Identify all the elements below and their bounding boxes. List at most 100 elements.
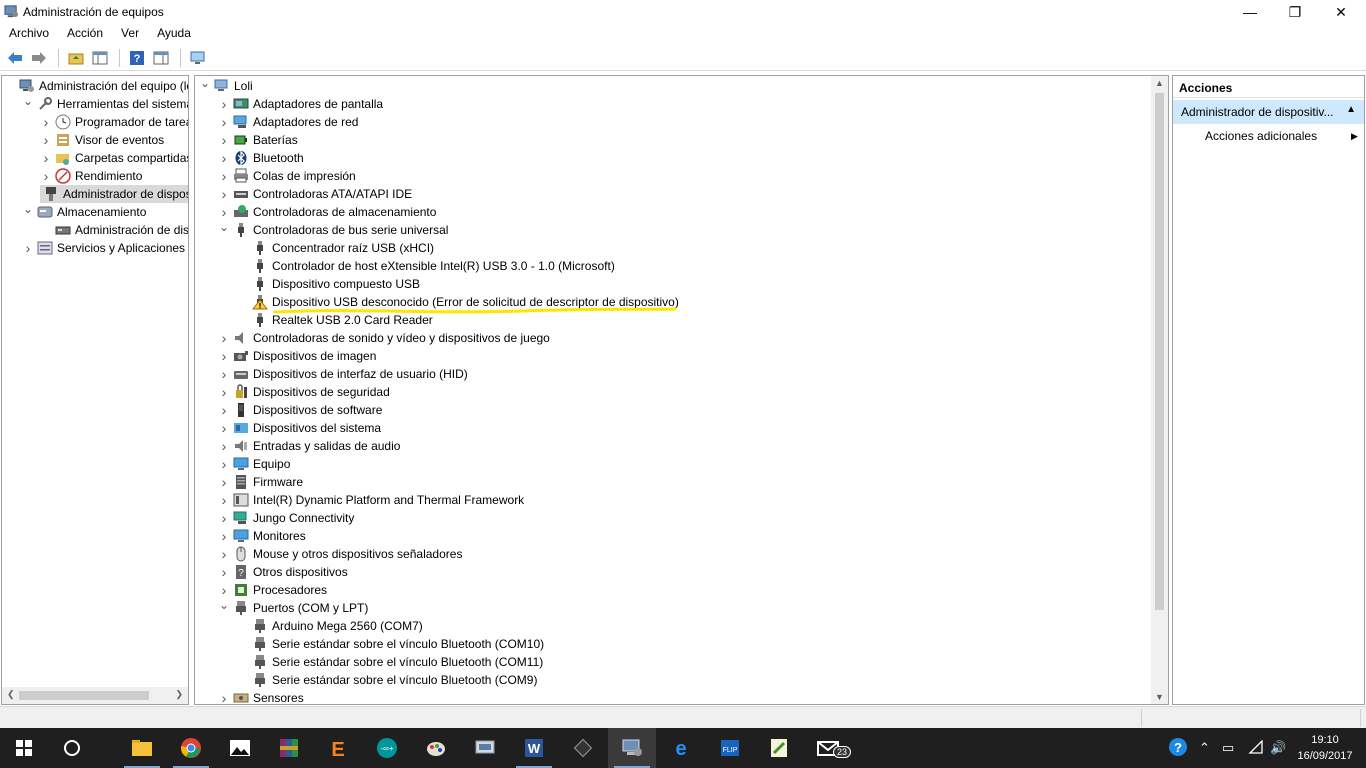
taskbar-arduino[interactable]: -∞+ [363,728,411,768]
device-tree-item[interactable]: › Dispositivos de software [218,401,383,419]
scrollbar-thumb[interactable] [1155,93,1164,610]
device-tree-item[interactable]: ⌄ Loli [199,76,253,95]
scroll-down-icon[interactable]: ▼ [1155,692,1164,702]
show-hide-tree-button[interactable] [89,47,111,69]
device-tree-item[interactable]: › Dispositivos de imagen [218,347,377,365]
collapse-chevron-icon[interactable]: ⌄ [218,596,230,614]
expand-chevron-icon[interactable]: › [218,401,230,419]
expand-chevron-icon[interactable]: › [218,545,230,563]
horizontal-scrollbar[interactable]: ❮ ❯ [2,687,188,704]
device-tree-item[interactable]: › Controladoras ATA/ATAPI IDE [218,185,413,203]
menu-archivo[interactable]: Archivo [0,24,58,44]
expand-chevron-icon[interactable]: › [218,149,230,167]
back-button[interactable] [4,47,26,69]
taskbar-mail[interactable]: 23 [804,728,852,768]
minimize-button[interactable]: — [1227,0,1273,24]
expand-chevron-icon[interactable]: › [218,419,230,437]
expand-chevron-icon[interactable]: › [40,149,52,167]
forward-button[interactable] [28,47,50,69]
expand-chevron-icon[interactable]: › [218,455,230,473]
expand-chevron-icon[interactable]: › [40,113,52,131]
taskbar-notepad[interactable] [755,728,803,768]
console-tree-item[interactable]: Administración de discos [40,221,188,239]
device-tree-item[interactable]: › Dispositivos del sistema [218,419,381,437]
expand-chevron-icon[interactable]: › [218,329,230,347]
device-tree-item[interactable]: › Controladoras de sonido y vídeo y dispo… [218,329,550,347]
menu-accion[interactable]: Acción [58,24,112,44]
device-tree-item[interactable]: › Adaptadores de red [218,113,359,131]
scroll-left-icon[interactable]: ❮ [7,689,15,700]
scroll-up-icon[interactable]: ▲ [1155,78,1164,88]
expand-chevron-icon[interactable]: › [22,239,34,257]
up-folder-button[interactable] [65,47,87,69]
expand-chevron-icon[interactable]: › [218,167,230,185]
device-tree-item[interactable]: › Jungo Connectivity [218,509,355,527]
taskbar-photos[interactable] [216,728,264,768]
battery-icon[interactable]: ▭ [1222,740,1234,756]
console-tree-item[interactable]: › Rendimiento [40,167,143,185]
device-tree-item[interactable]: Serie estándar sobre el vínculo Bluetoot… [237,653,543,671]
help-tray-icon[interactable]: ? [1168,737,1188,760]
device-tree-item[interactable]: › Adaptadores de pantalla [218,95,383,113]
console-tree-item[interactable]: › Servicios y Aplicaciones [22,239,185,257]
device-tree-item[interactable]: › Firmware [218,473,303,491]
taskbar-winrar[interactable] [265,728,313,768]
expand-chevron-icon[interactable]: › [218,113,230,131]
close-button[interactable]: ✕ [1318,0,1364,24]
collapse-chevron-icon[interactable]: ⌄ [22,92,34,110]
console-tree-item[interactable]: › Visor de eventos [40,131,165,149]
collapse-chevron-icon[interactable]: ⌄ [218,218,230,236]
volume-icon[interactable]: 🔊 [1270,740,1286,756]
collapse-up-icon[interactable]: ▲ [1346,104,1356,115]
taskbar-eclipse[interactable]: E [314,728,362,768]
wifi-icon[interactable] [1248,739,1264,757]
device-tree-item[interactable]: Serie estándar sobre el vínculo Bluetoot… [237,635,544,653]
taskbar-edge[interactable]: e [657,728,705,768]
expand-chevron-icon[interactable]: › [218,527,230,545]
scroll-right-icon[interactable]: ❯ [175,689,183,700]
collapse-chevron-icon[interactable]: ⌄ [199,76,211,92]
device-tree-item[interactable]: ⌄ Puertos (COM y LPT) [218,596,368,617]
device-tree-item[interactable]: › Bluetooth [218,149,304,167]
device-tree-item[interactable]: › Entradas y salidas de audio [218,437,401,455]
actions-section-device-manager[interactable]: Administrador de dispositiv... ▲ [1173,100,1364,124]
menu-ver[interactable]: Ver [112,24,148,44]
expand-chevron-icon[interactable]: › [218,563,230,581]
device-tree-item[interactable]: › Baterías [218,131,298,149]
device-tree-item[interactable]: Dispositivo compuesto USB [237,275,420,293]
taskbar-device-app[interactable] [461,728,509,768]
device-tree-item[interactable]: › Equipo [218,455,291,473]
device-tree-item[interactable]: Serie estándar sobre el vínculo Bluetoot… [237,671,537,689]
console-tree-item[interactable]: ⌄ Herramientas del sistema [22,92,188,113]
scrollbar-thumb[interactable] [19,691,149,700]
expand-chevron-icon[interactable]: › [218,131,230,149]
device-tree-item[interactable]: Controlador de host eXtensible Intel(R) … [237,257,615,275]
console-tree-item[interactable]: › Carpetas compartidas [40,149,188,167]
expand-chevron-icon[interactable]: › [218,491,230,509]
more-actions-item[interactable]: Acciones adicionales [1205,129,1317,143]
expand-chevron-icon[interactable]: › [218,95,230,113]
expand-chevron-icon[interactable]: › [218,473,230,491]
device-tree-item[interactable]: › Intel(R) Dynamic Platform and Thermal F… [218,491,525,509]
expand-chevron-icon[interactable]: › [218,383,230,401]
taskbar-paint[interactable] [412,728,460,768]
device-tree-item[interactable]: Concentrador raíz USB (xHCI) [237,239,434,257]
taskbar-flip[interactable]: FLIP [706,728,754,768]
expand-chevron-icon[interactable]: › [218,509,230,527]
taskbar-file-explorer[interactable] [118,728,166,768]
clock[interactable]: 19:10 16/09/2017 [1290,732,1360,764]
expand-chevron-icon[interactable]: › [218,689,230,704]
vertical-scrollbar[interactable]: ▲ ▼ [1151,76,1168,704]
device-tree-item[interactable]: ›? Otros dispositivos [218,563,348,581]
device-tree-item[interactable]: ⌄ Controladoras de bus serie universal [218,218,448,239]
expand-chevron-icon[interactable]: › [40,167,52,185]
device-tree-item[interactable]: › Mouse y otros dispositivos señaladores [218,545,463,563]
taskbar-chip-app[interactable] [559,728,607,768]
expand-chevron-icon[interactable]: › [218,185,230,203]
expand-chevron-icon[interactable]: › [218,347,230,365]
device-tree-item[interactable]: › Monitores [218,527,306,545]
taskbar-computer-management[interactable] [608,728,656,768]
restore-button[interactable]: ❐ [1272,0,1318,24]
device-tree-item[interactable]: › Dispositivos de interfaz de usuario (HI… [218,365,468,383]
expand-chevron-icon[interactable]: › [40,131,52,149]
